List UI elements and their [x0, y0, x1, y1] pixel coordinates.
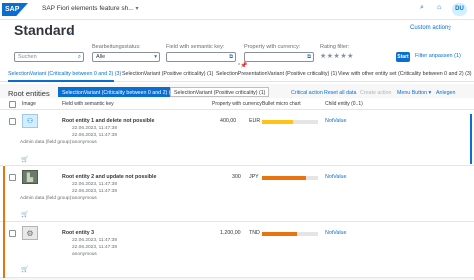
cart-icon[interactable]: 🛒: [21, 266, 28, 273]
child-entity-link[interactable]: NotValue: [325, 174, 346, 180]
rating-label: Rating filter:: [320, 44, 350, 50]
person-icon: ⚇: [22, 114, 38, 128]
row-amount: 400,00: [220, 118, 237, 124]
segment-criticality-0-2[interactable]: SelectionVariant (Criticality between 0 …: [58, 87, 180, 97]
column-header-property-currency[interactable]: Property with currency: [212, 101, 262, 107]
bullet-chart-bar: [262, 232, 297, 236]
row-user: anonymous: [72, 196, 97, 201]
edit-status-value: Alle: [96, 54, 106, 60]
tab-presentation-variant[interactable]: SelectionPresentationVariant (Positive c…: [216, 71, 337, 77]
chevron-down-icon: ▾: [154, 54, 157, 60]
avatar[interactable]: DU: [452, 3, 467, 16]
share-icon[interactable]: ⇪: [447, 25, 452, 32]
row-criticality-indicator: [3, 222, 5, 278]
chevron-down-icon: ▾: [135, 6, 139, 12]
semantic-key-input[interactable]: ⧉: [166, 52, 236, 62]
create-action-button[interactable]: Create action: [360, 90, 392, 96]
edit-status-select[interactable]: Alle ▾: [92, 52, 160, 62]
product-image: ⚙: [22, 226, 38, 240]
vehicle-image: ▙: [22, 170, 38, 184]
row-name: Root entity 2 and update not possible: [62, 174, 157, 180]
row-checkbox[interactable]: [9, 174, 16, 181]
search-placeholder: Suchen: [18, 54, 37, 60]
search-icon: ⌕: [77, 54, 81, 60]
row-checkbox[interactable]: [9, 230, 16, 237]
go-button[interactable]: Start: [396, 52, 410, 62]
row-created-at: 22.06.2023, 11:47:38: [72, 238, 117, 243]
property-currency-input[interactable]: ⧉: [244, 52, 314, 62]
app-title-text: SAP Fiori elements feature sh...: [42, 5, 134, 12]
bullet-chart-bar: [262, 176, 306, 180]
create-button[interactable]: Anlegen: [436, 90, 455, 96]
row-user: anonymous: [72, 252, 97, 257]
variant-chevron-icon[interactable]: ⌄: [66, 26, 73, 35]
column-header-bullet-chart[interactable]: Bullet micro chart: [262, 101, 301, 107]
column-header-child-entity[interactable]: Child entity (0..1): [325, 101, 363, 107]
row-amount: 300: [232, 174, 241, 180]
child-entity-link[interactable]: NotValue: [325, 230, 346, 236]
value-help-icon: ⧉: [307, 54, 311, 60]
custom-action-button[interactable]: Custom action: [410, 25, 448, 31]
critical-action-button[interactable]: Critical action: [291, 90, 323, 96]
segment-positive-criticality[interactable]: SelectionVariant (Positive criticality) …: [170, 87, 270, 97]
row-criticality-indicator: [3, 166, 5, 222]
row-currency: TND: [249, 230, 260, 236]
row-currency: JPY: [249, 174, 259, 180]
row-changed-at: 22.06.2023, 11:47:38: [72, 189, 117, 194]
app-title[interactable]: SAP Fiori elements feature sh... ▾: [42, 5, 138, 12]
column-header-image[interactable]: Image: [22, 101, 36, 107]
row-criticality-indicator: [3, 110, 5, 166]
child-entity-link[interactable]: NotValue: [325, 118, 346, 124]
search-input[interactable]: Suchen ⌕: [14, 52, 84, 62]
value-help-icon: ⧉: [229, 54, 233, 60]
row-currency: EUR: [249, 118, 261, 124]
row-created-at: 22.06.2023, 11:47:38: [72, 182, 117, 187]
row-created-at: 22.06.2023, 11:47:38: [72, 126, 117, 131]
tab-other-entity-set[interactable]: View with other entity set (Criticality …: [338, 71, 472, 77]
semantic-key-label: Field with semantic key:: [166, 44, 225, 50]
row-changed-at: 22.06.2023, 11:47:38: [72, 133, 117, 138]
tab-criticality-0-2[interactable]: SelectionVariant (Criticality between 0 …: [8, 71, 121, 77]
admin-data-label: Admin data (field group):: [20, 140, 73, 145]
row-name: Root entity 3: [62, 230, 95, 236]
notification-icon[interactable]: ⌂: [437, 4, 441, 11]
bullet-chart-bar: [262, 120, 293, 124]
rating-stars[interactable]: ★★★★★: [320, 52, 354, 60]
reset-all-data-button[interactable]: Reset all data: [324, 90, 356, 96]
search-icon[interactable]: ⌕: [420, 4, 424, 12]
property-currency-label: Property with currency:: [244, 44, 301, 50]
row-user: anonymous: [72, 140, 97, 145]
menu-button[interactable]: Menu Button ▾: [397, 90, 431, 96]
admin-data-label: Admin data (field group):: [20, 196, 73, 201]
cart-icon[interactable]: 🛒: [21, 156, 28, 163]
row-amount: 1.200,00: [220, 230, 241, 236]
select-all-checkbox[interactable]: [9, 101, 16, 108]
table-title: Root entities: [8, 89, 50, 98]
chevron-down-icon: ▾: [428, 90, 432, 96]
row-checkbox[interactable]: [9, 118, 16, 125]
tab-positive-criticality[interactable]: SelectionVariant (Positive criticality) …: [122, 71, 213, 77]
active-tab-indicator: [8, 80, 114, 82]
adapt-filters-button[interactable]: Filter anpassen (1): [415, 53, 461, 59]
edit-status-label: Bearbeitungsstatus:: [92, 44, 141, 50]
menu-button-label: Menu Button: [397, 90, 428, 96]
cart-icon[interactable]: 🛒: [21, 211, 28, 218]
row-name: Root entity 1 and delete not possible: [62, 118, 155, 124]
column-header-semantic-key[interactable]: Field with semantic key: [62, 101, 114, 107]
row-changed-at: 22.06.2023, 11:47:38: [72, 245, 117, 250]
selected-row-marker: [470, 114, 472, 164]
